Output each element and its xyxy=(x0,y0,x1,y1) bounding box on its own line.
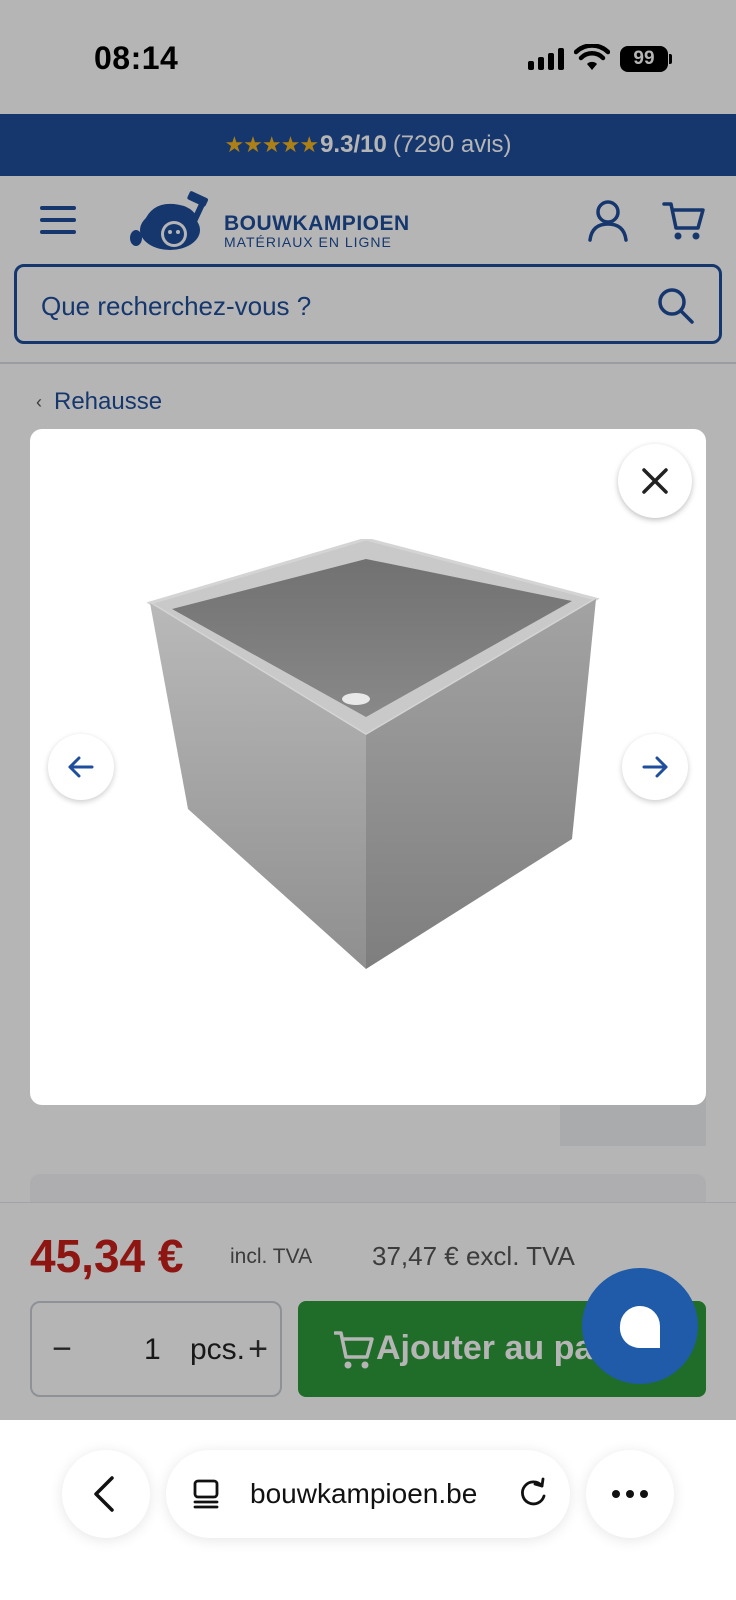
browser-toolbar: bouwkampioen.be xyxy=(0,1420,736,1600)
product-image xyxy=(146,539,600,969)
arrow-right-icon[interactable] xyxy=(622,734,688,800)
image-lightbox xyxy=(30,429,706,1105)
reload-icon[interactable] xyxy=(516,1476,550,1510)
more-options-icon[interactable] xyxy=(586,1450,674,1538)
tabs-icon[interactable] xyxy=(192,1478,222,1510)
address-bar[interactable]: bouwkampioen.be xyxy=(166,1450,570,1538)
chat-icon[interactable] xyxy=(582,1268,698,1384)
close-icon[interactable] xyxy=(618,444,692,518)
back-icon[interactable] xyxy=(62,1450,150,1538)
url-text: bouwkampioen.be xyxy=(250,1478,478,1509)
arrow-left-icon[interactable] xyxy=(48,734,114,800)
